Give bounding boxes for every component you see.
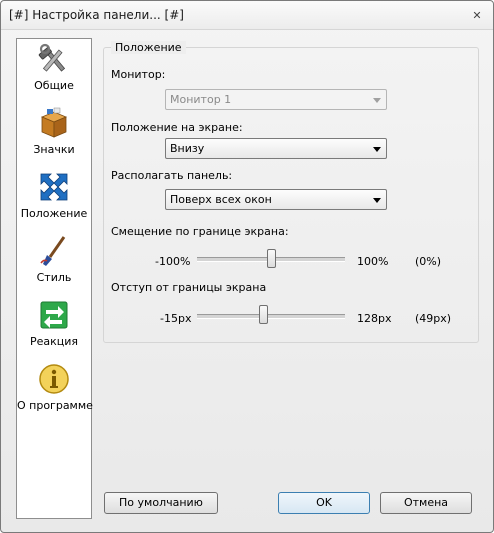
sidebar: Общие Значки Положение Стиль Реакция О п…	[16, 38, 93, 519]
sidebar-item-style[interactable]: Стиль	[17, 233, 91, 295]
edge-margin-min-label: -15px	[160, 312, 192, 325]
sidebar-item-position[interactable]: Положение	[17, 169, 91, 231]
panel-layer-label: Располагать панель:	[111, 169, 233, 182]
monitor-select-value: Монитор 1	[170, 93, 232, 106]
edge-margin-max-label: 128px	[357, 312, 392, 325]
ok-button[interactable]: OK	[278, 492, 370, 514]
close-icon: ✕	[472, 8, 482, 22]
screen-position-select-value: Внизу	[170, 142, 205, 155]
screen-position-label: Положение на экране:	[111, 121, 243, 134]
screen-position-select[interactable]: Внизу	[165, 138, 387, 159]
swap-arrows-icon	[40, 301, 68, 329]
sidebar-item-label: Значки	[33, 143, 75, 156]
sidebar-item-about[interactable]: О программе	[17, 361, 93, 423]
tools-icon	[38, 43, 66, 72]
chevron-down-icon	[373, 147, 381, 152]
defaults-button[interactable]: По умолчанию	[104, 492, 218, 514]
info-icon	[39, 364, 69, 394]
box-icon	[40, 107, 68, 138]
brush-icon	[40, 236, 66, 266]
edge-margin-slider-track[interactable]	[197, 314, 345, 319]
sidebar-item-label: Общие	[34, 79, 74, 92]
edge-offset-value: (0%)	[415, 255, 442, 268]
monitor-label: Монитор:	[111, 68, 166, 81]
panel-layer-select[interactable]: Поверх всех окон	[165, 189, 387, 210]
chevron-down-icon	[373, 198, 381, 203]
sidebar-item-label: Стиль	[36, 271, 72, 284]
close-button[interactable]: ✕	[470, 8, 484, 22]
move-arrows-icon	[40, 173, 68, 201]
sidebar-item-label: О программе	[17, 399, 93, 412]
window-title: [#] Настройка панели... [#]	[9, 8, 184, 22]
title-bar[interactable]: [#] Настройка панели... [#] ✕	[1, 1, 493, 30]
cancel-button[interactable]: Отмена	[380, 492, 472, 514]
edge-offset-max-label: 100%	[357, 255, 389, 268]
edge-offset-label: Смещение по границе экрана:	[111, 225, 289, 238]
sidebar-item-icons[interactable]: Значки	[17, 105, 91, 167]
monitor-select[interactable]: Монитор 1	[165, 89, 387, 110]
group-title: Положение	[111, 41, 186, 54]
sidebar-item-label: Положение	[20, 207, 88, 220]
edge-margin-value: (49px)	[415, 312, 452, 325]
edge-offset-slider-thumb[interactable]	[267, 249, 276, 268]
edge-offset-min-label: -100%	[155, 255, 191, 268]
chevron-down-icon	[373, 98, 381, 103]
edge-margin-slider-thumb[interactable]	[259, 305, 268, 324]
panel-layer-select-value: Поверх всех окон	[170, 193, 272, 206]
settings-window: [#] Настройка панели... [#] ✕ Общие Знач…	[0, 0, 494, 533]
edge-margin-label: Отступ от границы экрана	[111, 281, 267, 294]
sidebar-item-general[interactable]: Общие	[17, 41, 91, 103]
sidebar-item-label: Реакция	[29, 335, 79, 348]
sidebar-item-reaction[interactable]: Реакция	[17, 297, 91, 359]
